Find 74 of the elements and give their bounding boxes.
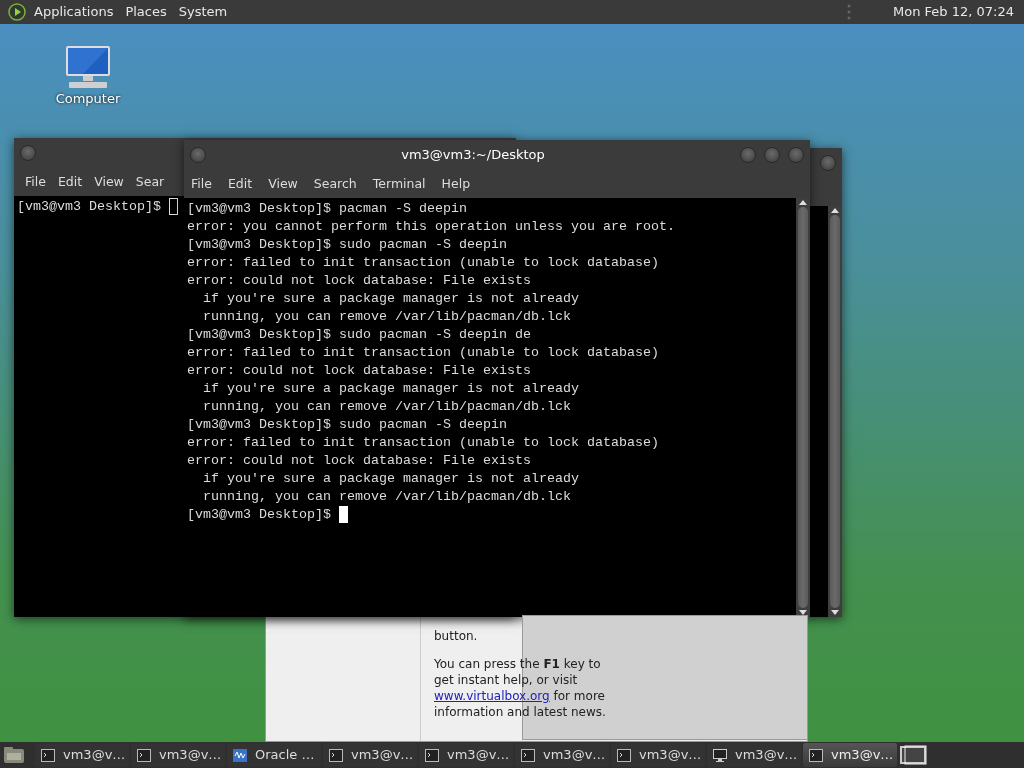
menu-item[interactable]: Sear <box>130 172 170 192</box>
window-title: vm3@vm3:~/Desktop <box>400 146 546 165</box>
scrollbar[interactable] <box>828 206 842 617</box>
menu-item[interactable]: Edit <box>222 174 258 194</box>
terminal-line: error: failed to init transaction (unable to lock database) <box>187 434 659 452</box>
terminal-line: [vm3@vm3 Desktop]$ pacman -S deepin <box>187 200 467 218</box>
panel-handle[interactable] <box>847 4 852 20</box>
scroll-up-icon[interactable] <box>831 208 839 213</box>
help-text: You can press the F1 key to get instant help, or visit www.virtualbox.org for more information and latest news. <box>434 656 607 720</box>
window-button[interactable] <box>788 147 804 163</box>
terminal-icon <box>329 748 343 762</box>
menu-item[interactable]: View <box>89 172 129 192</box>
help-text: button. <box>434 628 479 644</box>
terminal-line: running, you can remove /var/lib/pacman/db.lck <box>202 308 571 326</box>
computer-icon[interactable] <box>63 45 113 89</box>
terminal-icon <box>617 748 631 762</box>
window-button[interactable] <box>20 145 36 161</box>
taskbar-button[interactable]: vm3@v… <box>515 743 609 767</box>
terminal-line: error: could not lock database: File exists <box>187 272 531 290</box>
taskbar-button[interactable]: Oracle … <box>227 743 321 767</box>
taskbar-button[interactable]: vm3@v… <box>707 743 801 767</box>
terminal-line: if you're sure a package manager is not already <box>202 380 579 398</box>
terminal-icon <box>425 748 439 762</box>
icon-label: Computer <box>55 90 121 108</box>
clock[interactable]: Mon Feb 12, 07:24 <box>887 2 1020 22</box>
menu-item[interactable]: File <box>186 174 217 194</box>
scroll-up-icon[interactable] <box>799 200 807 205</box>
panel-menu[interactable]: Applications <box>28 2 120 22</box>
menu-item[interactable]: Terminal <box>367 174 431 194</box>
prompt-text: [vm3@vm3 Desktop]$ <box>17 199 162 214</box>
scroll-down-icon[interactable] <box>831 610 839 615</box>
window-button[interactable] <box>740 147 756 163</box>
terminal-line: error: could not lock database: File exists <box>187 452 531 470</box>
terminal-icon <box>521 748 535 762</box>
taskbar-button[interactable]: vm3@v… <box>611 743 705 767</box>
window-button[interactable] <box>190 147 206 163</box>
terminal-icon <box>809 748 823 762</box>
terminal-line: running, you can remove /var/lib/pacman/db.lck <box>202 398 571 416</box>
scrollbar[interactable] <box>796 198 810 617</box>
taskbar-button[interactable]: vm3@v… <box>803 743 897 767</box>
monitor-icon <box>713 748 727 762</box>
link[interactable]: www.virtualbox.org <box>434 689 550 703</box>
cursor <box>168 198 178 215</box>
workspace-switcher[interactable] <box>899 744 927 766</box>
taskbar-button[interactable]: vm3@v… <box>35 743 129 767</box>
virtualbox-icon <box>233 748 247 762</box>
terminal-icon <box>41 748 55 762</box>
terminal-line: if you're sure a package manager is not already <box>202 290 579 308</box>
terminal-line: error: you cannot perform this operation unless you are root. <box>187 218 675 236</box>
prompt-text: [vm3@vm3 Desktop]$ <box>187 507 332 522</box>
taskbar-button[interactable]: vm3@v… <box>419 743 513 767</box>
terminal-line: error: failed to init transaction (unable to lock database) <box>187 344 659 362</box>
window-button[interactable] <box>820 155 836 171</box>
window-button[interactable] <box>764 147 780 163</box>
menu-item[interactable]: Edit <box>52 172 88 192</box>
taskbar-button[interactable]: vm3@v… <box>323 743 417 767</box>
terminal-line: running, you can remove /var/lib/pacman/db.lck <box>202 488 571 506</box>
panel-menu[interactable]: Places <box>119 2 173 22</box>
menu-item[interactable]: View <box>263 174 303 194</box>
terminal-line: error: failed to init transaction (unable to lock database) <box>187 254 659 272</box>
terminal-line: [vm3@vm3 Desktop]$ sudo pacman -S deepin <box>187 236 507 254</box>
terminal-line: if you're sure a package manager is not already <box>202 470 579 488</box>
terminal-icon <box>137 748 151 762</box>
menu-item[interactable]: Search <box>308 174 362 194</box>
terminal-line: [vm3@vm3 Desktop]$ sudo pacman -S deepin de <box>187 326 531 344</box>
terminal-line: error: could not lock database: File exists <box>187 362 531 380</box>
panel-menu[interactable]: System <box>172 2 234 22</box>
cursor <box>338 506 348 523</box>
show-desktop-icon[interactable] <box>3 746 25 764</box>
menu-item[interactable]: Help <box>436 174 476 194</box>
terminal-line: [vm3@vm3 Desktop]$ sudo pacman -S deepin <box>187 416 507 434</box>
menu-item[interactable]: File <box>20 172 51 192</box>
taskbar-button[interactable]: vm3@v… <box>131 743 225 767</box>
menu-logo-icon[interactable] <box>8 3 26 21</box>
